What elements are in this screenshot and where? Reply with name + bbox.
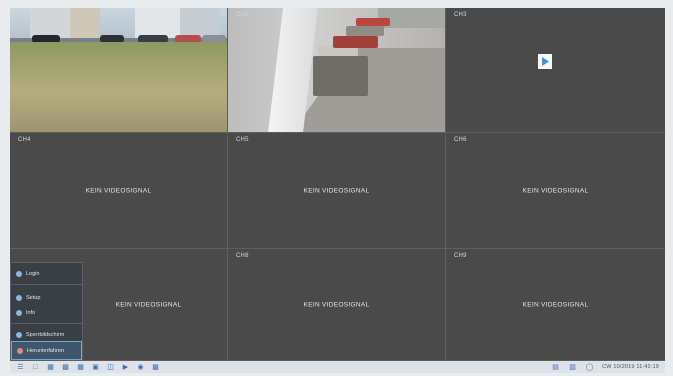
menu-item-info[interactable]: Info bbox=[11, 303, 82, 322]
camera-street-image bbox=[10, 8, 227, 132]
menu-item-login[interactable]: Login bbox=[11, 264, 82, 283]
no-video-signal-text: KEIN VIDEOSIGNAL bbox=[522, 187, 589, 194]
channel-label: CH4 bbox=[18, 137, 31, 143]
no-video-signal-text: KEIN VIDEOSIGNAL bbox=[522, 301, 589, 308]
start-menu: Login Setup Info Sperrbildschirm Herunte… bbox=[10, 262, 83, 361]
play-icon[interactable] bbox=[538, 54, 552, 69]
channel-9-view[interactable]: CH9 KEIN VIDEOSIGNAL bbox=[446, 249, 665, 361]
playback-icon[interactable]: ▶ bbox=[121, 363, 130, 371]
gear-icon bbox=[16, 294, 22, 301]
layout-9-icon[interactable]: ▩ bbox=[61, 363, 70, 371]
menu-divider bbox=[11, 323, 82, 324]
no-video-signal-text: KEIN VIDEOSIGNAL bbox=[303, 187, 370, 194]
snapshot-icon[interactable]: ▩ bbox=[151, 363, 160, 371]
user-icon bbox=[16, 270, 22, 277]
menu-item-shutdown[interactable]: Herunterfahren bbox=[11, 341, 82, 360]
layout-16-icon[interactable]: ▦ bbox=[76, 363, 85, 371]
menu-divider bbox=[11, 284, 82, 285]
no-video-signal-text: KEIN VIDEOSIGNAL bbox=[85, 187, 152, 194]
info-icon bbox=[16, 309, 22, 316]
layout-custom-icon[interactable]: ▣ bbox=[91, 363, 100, 371]
channel-6-view[interactable]: CH6 KEIN VIDEOSIGNAL bbox=[446, 133, 665, 249]
video-wall: CH2 CH3 CH4 KEIN VIDEOSIGNAL CH5 KEIN VI… bbox=[10, 8, 665, 361]
channel-1-view[interactable] bbox=[10, 8, 228, 133]
system-tray: ▤ ▧ ◯ CW 10/2019 11:42:19 bbox=[543, 361, 659, 373]
channel-label: CH8 bbox=[236, 253, 249, 259]
menu-item-label: Info bbox=[26, 309, 36, 316]
menu-icon[interactable]: ☰ bbox=[16, 363, 25, 371]
camera-bins-image bbox=[228, 8, 445, 132]
channel-8-view[interactable]: CH8 KEIN VIDEOSIGNAL bbox=[228, 249, 446, 361]
channel-label: CH9 bbox=[454, 253, 467, 259]
menu-item-label: Setup bbox=[26, 294, 41, 301]
record-icon[interactable]: ◉ bbox=[136, 363, 145, 371]
channel-label: CH2 bbox=[236, 12, 249, 18]
lock-icon bbox=[16, 331, 22, 338]
sequence-icon[interactable]: ◫ bbox=[106, 363, 115, 371]
hdd-icon[interactable]: ▧ bbox=[568, 363, 577, 371]
menu-item-label: Herunterfahren bbox=[27, 347, 64, 354]
clock: CW 10/2019 11:42:19 bbox=[602, 364, 659, 370]
channel-label: CH5 bbox=[236, 137, 249, 143]
menu-item-label: Login bbox=[26, 270, 40, 277]
channel-grid: CH2 CH3 CH4 KEIN VIDEOSIGNAL CH5 KEIN VI… bbox=[10, 8, 665, 361]
volume-icon[interactable]: ◯ bbox=[585, 363, 594, 371]
layout-4-icon[interactable]: ▦ bbox=[46, 363, 55, 371]
channel-4-view[interactable]: CH4 KEIN VIDEOSIGNAL bbox=[10, 133, 228, 249]
network-icon[interactable]: ▤ bbox=[551, 363, 560, 371]
menu-item-label: Sperrbildschirm bbox=[26, 331, 65, 338]
channel-label: CH3 bbox=[454, 12, 467, 18]
power-icon bbox=[17, 347, 23, 354]
channel-label: CH6 bbox=[454, 137, 467, 143]
taskbar: ☰ □ ▦ ▩ ▦ ▣ ◫ ▶ ◉ ▩ ▤ ▧ ◯ CW 10/2019 11:… bbox=[10, 361, 665, 373]
layout-1-icon[interactable]: □ bbox=[31, 363, 40, 371]
channel-3-view[interactable]: CH3 bbox=[446, 8, 665, 133]
channel-2-view[interactable]: CH2 bbox=[228, 8, 446, 133]
channel-5-view[interactable]: CH5 KEIN VIDEOSIGNAL bbox=[228, 133, 446, 249]
no-video-signal-text: KEIN VIDEOSIGNAL bbox=[303, 301, 370, 308]
